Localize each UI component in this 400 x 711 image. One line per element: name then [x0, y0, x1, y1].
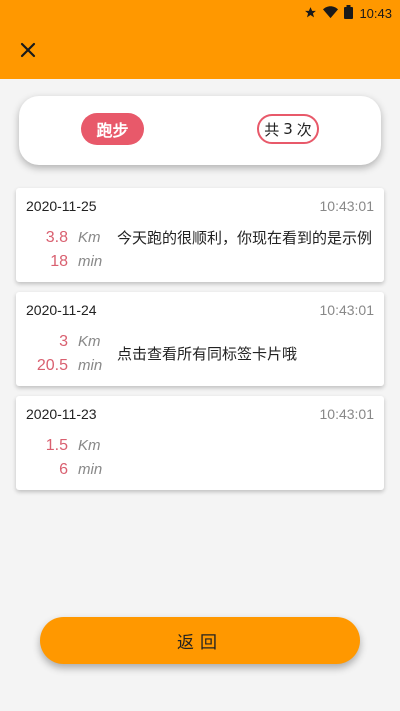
activity-type-badge[interactable]: 跑步 — [81, 113, 144, 145]
count-suffix: 次 — [296, 120, 312, 139]
star-icon — [304, 6, 317, 21]
record-note: 点击查看所有同标签卡片哦 — [117, 345, 298, 363]
record-duration: 6 — [59, 461, 68, 478]
record-distance: 3.8 — [45, 229, 68, 246]
status-time: 10:43 — [359, 5, 392, 21]
record-card[interactable]: 2020-11-23 10:43:01 1.5 Km 6 min — [16, 396, 384, 490]
record-duration-unit: min — [78, 253, 103, 270]
count-value: 3 — [283, 120, 293, 138]
record-duration-unit: min — [78, 357, 103, 374]
record-count-badge: 共 3 次 — [257, 114, 319, 144]
record-note: 今天跑的很顺利，你现在看到的是示例 — [117, 229, 373, 247]
record-date: 2020-11-23 — [26, 406, 97, 422]
app-bar: 10:43 — [0, 0, 400, 79]
record-time: 10:43:01 — [319, 198, 375, 214]
record-distance: 1.5 — [45, 437, 68, 454]
record-distance-unit: Km — [78, 437, 101, 454]
status-bar: 10:43 — [304, 4, 392, 22]
record-time: 10:43:01 — [319, 406, 375, 422]
record-card[interactable]: 2020-11-25 10:43:01 3.8 Km 18 min 今天跑的很顺… — [16, 188, 384, 282]
record-time: 10:43:01 — [319, 302, 375, 318]
record-distance: 3 — [59, 333, 68, 350]
record-duration: 18 — [50, 253, 68, 270]
record-date: 2020-11-24 — [26, 302, 97, 318]
record-date: 2020-11-25 — [26, 198, 97, 214]
close-icon — [20, 42, 36, 62]
close-button[interactable] — [16, 40, 40, 64]
record-card[interactable]: 2020-11-24 10:43:01 3 Km 20.5 min 点击查看所有… — [16, 292, 384, 386]
record-distance-unit: Km — [78, 333, 101, 350]
wifi-icon — [323, 5, 339, 21]
record-duration-unit: min — [78, 461, 103, 478]
back-button[interactable]: 返回 — [40, 617, 360, 664]
count-prefix: 共 — [264, 120, 280, 139]
record-duration: 20.5 — [36, 357, 68, 374]
record-distance-unit: Km — [78, 229, 101, 246]
battery-icon — [344, 5, 354, 21]
summary-card: 跑步 共 3 次 — [19, 96, 381, 165]
